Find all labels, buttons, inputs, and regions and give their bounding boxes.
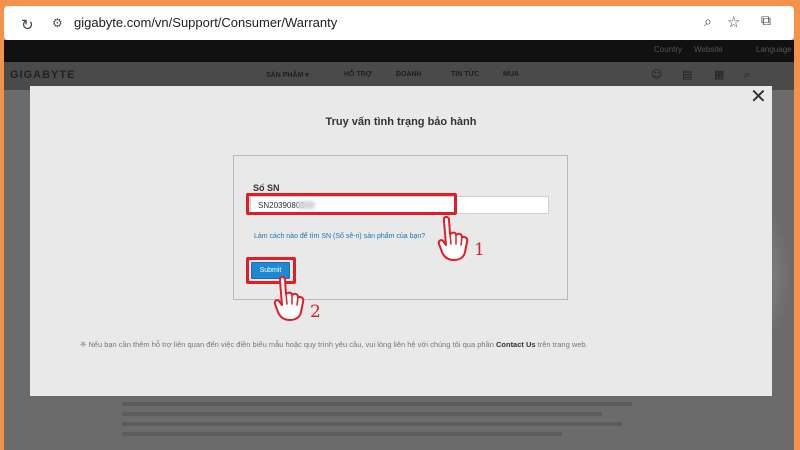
browser-window: ↻ ⚙ gigabyte.com/vn/Support/Consumer/War… [0,0,800,450]
annotation-highlight-sn [246,193,457,215]
bookmark-star-icon[interactable]: ☆ [727,13,740,31]
background-text-line [122,402,632,406]
find-sn-help-link[interactable]: Làm cách nào để tìm SN (Số sê-ri) sản ph… [254,233,425,240]
step-number-1: 1 [474,240,485,260]
background-text-line [122,412,602,416]
search-icon[interactable]: ⌕ [744,68,750,82]
modal-title: Truy vấn tình trạng bảo hành [325,116,477,128]
site-logo[interactable]: GIGABYTE [10,69,75,81]
background-text-line [122,422,622,426]
address-bar[interactable]: gigabyte.com/vn/Support/Consumer/Warrant… [74,15,337,30]
zoom-icon[interactable]: ⌕ [704,14,712,30]
close-icon[interactable]: ✕ [750,86,767,106]
step-number-2: 2 [310,302,321,322]
site-info-icon[interactable]: ⚙ [52,16,63,30]
country-link[interactable]: Country [654,45,682,54]
nav-news[interactable]: TIN TỨC [451,71,479,78]
extensions-icon[interactable]: ⧉ [761,13,771,29]
cart-icon[interactable]: ▦ [714,68,724,81]
background-text-line [122,432,562,436]
compare-icon[interactable]: ▤ [682,68,692,81]
sn-label: Số SN [253,183,280,193]
site-topbar: Country Website Language [4,40,794,62]
language-link[interactable]: Language [756,45,792,54]
nav-business[interactable]: ĐOANH [396,71,422,78]
website-link[interactable]: Website [694,45,723,54]
nav-support[interactable]: HỖ TRỢ [344,71,372,78]
nav-products[interactable]: SẢN PHẨM ▾ [266,71,309,79]
footnote-text: ※ Nếu bạn cần thêm hỗ trợ liên quan đến … [80,340,496,349]
pointing-hand-icon [437,216,469,261]
nav-buy[interactable]: MUA [503,71,519,78]
contact-us-link[interactable]: Contact Us [496,340,536,349]
account-icon[interactable]: ☺ [651,68,662,81]
browser-toolbar: ↻ ⚙ gigabyte.com/vn/Support/Consumer/War… [4,6,794,40]
reload-icon[interactable]: ↻ [21,16,34,34]
footnote-suffix: trên trang web. [535,340,588,349]
help-footnote: ※ Nếu bạn cần thêm hỗ trợ liên quan đến … [80,340,588,349]
pointing-hand-icon [273,276,305,321]
